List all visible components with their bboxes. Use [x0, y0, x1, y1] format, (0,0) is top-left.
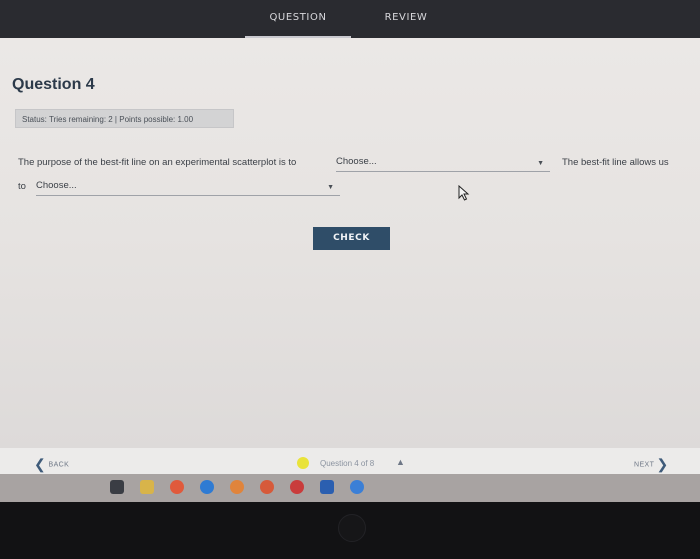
chevron-down-icon: ▼	[327, 184, 334, 191]
back-button[interactable]: ❮ BACK	[34, 456, 69, 473]
check-button[interactable]: CHECK	[313, 227, 390, 250]
task-view-icon[interactable]	[110, 480, 124, 494]
taskbar	[0, 474, 700, 502]
question-text-part1: The purpose of the best-fit line on an e…	[18, 157, 297, 168]
page-title: Question 4	[12, 76, 95, 93]
chevron-down-icon: ▼	[537, 160, 544, 167]
progress-dot-icon	[297, 457, 309, 469]
chrome-icon[interactable]	[260, 480, 274, 494]
screen-bezel	[0, 502, 700, 559]
back-label: BACK	[48, 461, 70, 469]
answer-select-2[interactable]: Choose... ▼	[36, 179, 340, 196]
hp-logo-icon	[338, 514, 366, 542]
tab-question[interactable]: QUESTION	[245, 0, 351, 38]
chevron-left-icon: ❮	[34, 456, 47, 472]
next-label: NEXT	[634, 461, 655, 469]
chrome-icon[interactable]	[230, 480, 244, 494]
question-panel: Question 4 Status: Tries remaining: 2 | …	[0, 38, 700, 474]
question-text-part3: to	[18, 181, 26, 192]
chevron-up-icon[interactable]: ▲	[396, 457, 405, 467]
chrome-icon[interactable]	[170, 480, 184, 494]
select-1-value: Choose...	[336, 156, 377, 167]
tab-review[interactable]: REVIEW	[354, 0, 458, 36]
question-counter[interactable]: Question 4 of 8	[320, 459, 374, 468]
mouse-cursor-icon	[458, 185, 470, 201]
chevron-right-icon: ❯	[656, 456, 669, 472]
question-text-part2: The best-fit line allows us	[562, 157, 669, 168]
photos-icon[interactable]	[290, 480, 304, 494]
file-explorer-icon[interactable]	[140, 480, 154, 494]
word-icon[interactable]	[320, 480, 334, 494]
answer-select-1[interactable]: Choose... ▼	[336, 155, 550, 172]
top-navigation-bar: QUESTION REVIEW	[0, 0, 700, 38]
next-button[interactable]: NEXT ❯	[634, 456, 669, 473]
select-2-value: Choose...	[36, 180, 77, 191]
skype-icon[interactable]	[350, 480, 364, 494]
edge-icon[interactable]	[200, 480, 214, 494]
status-badge: Status: Tries remaining: 2 | Points poss…	[15, 109, 234, 128]
